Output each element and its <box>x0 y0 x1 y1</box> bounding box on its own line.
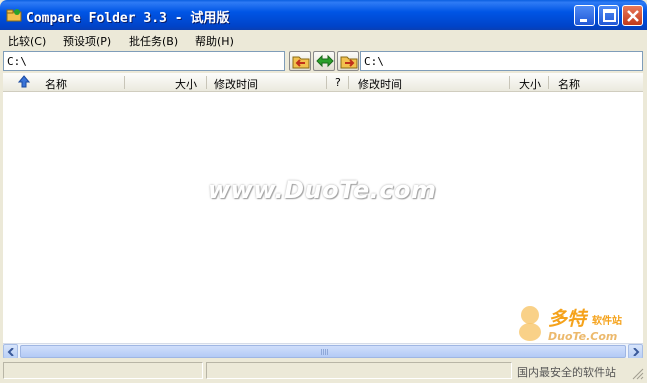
folder-arrow-left-icon <box>292 56 310 69</box>
swap-paths-button[interactable] <box>313 51 335 71</box>
brand-name-cn-small: 软件站 <box>592 316 622 327</box>
maximize-icon <box>603 9 616 22</box>
brand-name-cn: 多特 <box>548 308 587 330</box>
header-right-name[interactable]: 名称 <box>558 76 580 92</box>
brand-name-en: DuoTe.Com <box>548 330 618 343</box>
header-compare-mark[interactable]: ? <box>335 76 341 89</box>
header-separator <box>326 76 327 89</box>
header-separator <box>206 76 207 89</box>
title-bar: Compare Folder 3.3 - 试用版 <box>0 0 647 30</box>
resize-grip-icon[interactable] <box>632 368 644 380</box>
path-toolbar <box>0 49 647 73</box>
close-icon <box>627 10 639 22</box>
close-button[interactable] <box>622 5 643 26</box>
watermark-text: www.DuoTe.com <box>208 176 437 204</box>
grip-icon <box>321 349 329 355</box>
brand-logo: 多特 软件站 DuoTe.Com <box>510 300 645 366</box>
window-title: Compare Folder 3.3 - 试用版 <box>26 11 230 26</box>
status-panel-left <box>3 362 203 379</box>
minimize-button[interactable] <box>574 5 595 26</box>
left-path-input[interactable] <box>3 51 285 71</box>
chevron-left-icon <box>7 348 14 356</box>
header-separator <box>124 76 125 89</box>
menu-compare[interactable]: 比较(C) <box>8 33 46 49</box>
header-left-name[interactable]: 名称 <box>45 76 67 92</box>
header-separator <box>548 76 549 89</box>
brand-tagline: 国内最安全的软件站 <box>517 366 616 379</box>
folder-arrow-right-icon <box>340 56 358 69</box>
status-panel-middle <box>206 362 512 379</box>
header-left-modified[interactable]: 修改时间 <box>214 76 258 92</box>
maximize-button[interactable] <box>598 5 619 26</box>
menu-help[interactable]: 帮助(H) <box>195 33 234 49</box>
right-path-input[interactable] <box>360 51 643 71</box>
app-icon <box>6 7 22 23</box>
menu-presets[interactable]: 预设项(P) <box>63 33 111 49</box>
header-right-size[interactable]: 大小 <box>519 76 541 92</box>
brand-mascot-icon <box>519 306 541 341</box>
header-separator <box>348 76 349 89</box>
menu-batch-tasks[interactable]: 批任务(B) <box>129 33 178 49</box>
header-separator <box>509 76 510 89</box>
minimize-icon <box>580 19 587 22</box>
open-left-folder-button[interactable] <box>289 51 311 71</box>
swap-arrows-icon <box>316 54 334 68</box>
open-right-folder-button[interactable] <box>337 51 359 71</box>
header-left-size[interactable]: 大小 <box>175 76 197 92</box>
header-right-modified[interactable]: 修改时间 <box>358 76 402 92</box>
arrow-up-icon[interactable] <box>17 75 31 91</box>
scroll-left-button[interactable] <box>3 344 18 359</box>
column-header: 名称 大小 修改时间 ? 修改时间 大小 名称 <box>3 73 643 92</box>
menu-bar: 比较(C) 预设项(P) 批任务(B) 帮助(H) <box>0 30 647 49</box>
